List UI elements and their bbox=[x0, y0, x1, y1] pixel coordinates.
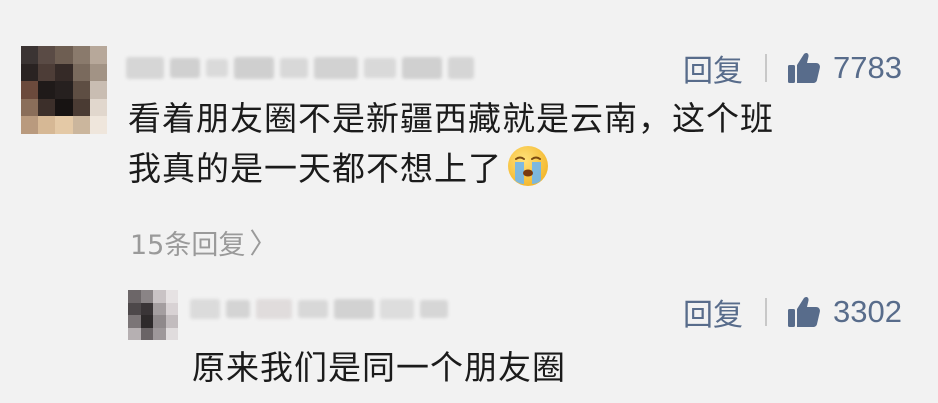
comment-text: 看着朋友圈不是新疆西藏就是云南，这个班 我真的是一天都不想上了 bbox=[128, 94, 918, 194]
reply-button[interactable]: 回复 bbox=[683, 46, 743, 90]
like-count: 3302 bbox=[833, 294, 902, 329]
comment-text-line: 看着朋友圈不是新疆西藏就是云南，这个班 bbox=[128, 99, 774, 138]
comment-actions: 回复 7783 bbox=[683, 46, 902, 90]
reply-button[interactable]: 回复 bbox=[683, 290, 743, 334]
comment-text-line-2: 我真的是一天都不想上了 bbox=[128, 149, 502, 188]
chevron-right-icon: 〉 bbox=[249, 227, 278, 260]
reply-username-blurred[interactable] bbox=[190, 296, 448, 322]
thumbs-up-icon bbox=[788, 296, 821, 327]
like-button[interactable]: 3302 bbox=[787, 294, 902, 330]
thumbs-up-icon bbox=[788, 52, 821, 83]
crying-face-icon bbox=[508, 146, 548, 186]
divider bbox=[765, 54, 768, 82]
like-count: 7783 bbox=[833, 50, 902, 85]
divider bbox=[765, 298, 768, 326]
reply-avatar[interactable] bbox=[128, 290, 178, 340]
username-blurred[interactable] bbox=[126, 54, 474, 82]
more-replies-link[interactable]: 15条回复 〉 bbox=[130, 222, 277, 262]
avatar[interactable] bbox=[21, 46, 107, 134]
reply-text: 原来我们是同一个朋友圈 bbox=[192, 348, 566, 387]
like-button[interactable]: 7783 bbox=[787, 50, 902, 86]
comment-text-line: 我真的是一天都不想上了 bbox=[128, 144, 918, 194]
reply-actions: 回复 3302 bbox=[683, 290, 902, 334]
more-replies-label: 15条回复 bbox=[130, 229, 246, 261]
